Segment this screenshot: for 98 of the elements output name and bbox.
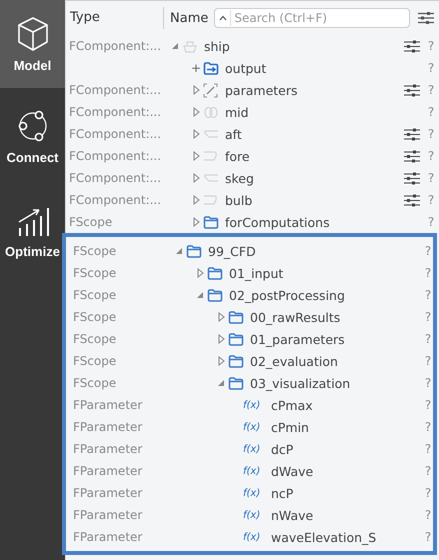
type-cell-text: FScope [72,376,118,390]
folder-icon [186,244,202,258]
function-label: f(x) [243,488,260,498]
folder-icon [228,310,244,324]
folder-icon [203,216,219,228]
function-label: f(x) [243,466,260,476]
folder-icon [228,354,244,368]
tree-item[interactable]: 02_evaluation [250,354,338,368]
folder-icon [228,332,244,346]
tree-item[interactable]: 99_CFD [208,244,256,258]
collapsed-triangle-icon[interactable] [192,129,200,139]
hull-shape-icon [203,172,219,184]
type-cell-text: FComponent:... [68,39,162,53]
settings-sliders-icon[interactable] [404,84,420,96]
type-cell-text: FParameter [72,398,144,412]
tree-item[interactable]: bulb [225,192,252,208]
function-label: f(x) [243,510,260,520]
expanded-triangle-icon[interactable] [175,247,183,255]
tree-item[interactable]: dWave [271,464,314,478]
folder-icon [228,376,244,390]
type-cell-text: FScope [72,266,118,280]
caret-up-icon [219,15,228,21]
tree-item[interactable]: mid [225,104,249,120]
collapsed-triangle-icon[interactable] [192,107,200,117]
tree-item[interactable]: skeg [225,170,254,186]
type-cell-text: FScope [72,288,118,302]
sidebar-item[interactable]: Connect [0,88,65,184]
function-label: f(x) [243,422,260,432]
type-cell-text: FScope [72,310,118,324]
tree-item[interactable]: cPmin [271,420,309,434]
tree-item[interactable]: output [225,60,266,76]
type-cell-text: FParameter [72,530,144,544]
type-cell-text: FComponent:... [68,83,162,97]
type-cell-text: FParameter [72,442,144,456]
expanded-triangle-icon[interactable] [171,42,179,50]
tree-item[interactable]: dcP [271,442,294,456]
collapsed-triangle-icon[interactable] [192,151,200,161]
collapsed-triangle-icon[interactable] [192,195,200,205]
folder-icon [207,288,223,302]
tree-item[interactable]: 01_parameters [250,332,345,346]
tree-item[interactable]: 01_input [229,266,284,280]
sidebar-item[interactable]: Optimize [0,184,65,280]
collapsed-triangle-icon[interactable] [218,312,224,322]
folder-arrow-icon [203,62,219,74]
collapsed-triangle-icon[interactable] [192,85,200,95]
add-toggle[interactable]: + [190,61,202,75]
type-cell-text: FScope [72,354,118,368]
type-cell-text: FScope [72,332,118,346]
type-cell-text: FParameter [72,464,144,478]
settings-sliders-icon[interactable] [404,172,420,184]
type-cell-text: FParameter [72,486,144,500]
settings-sliders-icon[interactable] [418,11,434,25]
cube-icon [16,16,50,52]
hull-shape-icon [203,150,219,162]
tree-item[interactable]: fore [225,148,250,164]
type-cell-text: FComponent:... [68,171,162,185]
collapsed-triangle-icon[interactable] [218,356,224,366]
search-field[interactable]: Search (Ctrl+F) [214,8,410,28]
type-cell-text: FComponent:... [68,127,162,141]
type-cell-text: FParameter [72,508,144,522]
collapsed-triangle-icon[interactable] [196,268,204,278]
hull-shape-icon [203,194,219,206]
type-cell-text: FComponent:... [68,149,162,163]
tree-item[interactable]: ship [204,38,230,54]
folder-icon [207,266,223,280]
collapsed-triangle-icon[interactable] [218,334,224,344]
sidebar-item[interactable]: Model [0,0,65,88]
type-cell-text: FParameter [72,420,144,434]
tree-item[interactable]: parameters [225,82,298,98]
tree-item[interactable]: ncP [271,486,294,500]
hull-shape-icon [203,128,219,140]
type-cell-text: FScope [68,215,114,229]
type-cell-text: FScope [72,244,118,258]
tree-item[interactable]: waveElevation_S [271,530,376,544]
dashed-square-icon [203,82,218,98]
tree-item[interactable]: 00_rawResults [250,310,340,324]
function-label: f(x) [243,444,260,454]
tree-item[interactable]: nWave [271,508,314,522]
collapsed-triangle-icon[interactable] [192,173,200,183]
settings-sliders-icon[interactable] [404,150,420,162]
type-cell-text: FComponent:... [68,105,162,119]
settings-sliders-icon[interactable] [404,194,420,206]
expanded-triangle-icon[interactable] [217,379,225,387]
tree-item[interactable]: cPmax [271,398,313,412]
tree-item[interactable]: aft [225,126,242,142]
function-label: f(x) [243,532,260,542]
column-header[interactable]: Name [164,10,214,26]
expanded-triangle-icon[interactable] [196,291,204,299]
function-label: f(x) [243,400,260,410]
collapsed-triangle-icon[interactable] [192,217,200,227]
column-header[interactable]: Type [66,7,164,29]
tree-item[interactable]: forComputations [225,214,330,230]
settings-sliders-icon[interactable] [404,40,420,52]
tree-item[interactable]: 02_postProcessing [229,288,345,302]
type-cell-text: FComponent:... [68,193,162,207]
ring-icon [203,106,219,118]
tree-item[interactable]: 03_visualization [250,376,350,390]
settings-sliders-icon[interactable] [404,128,420,140]
